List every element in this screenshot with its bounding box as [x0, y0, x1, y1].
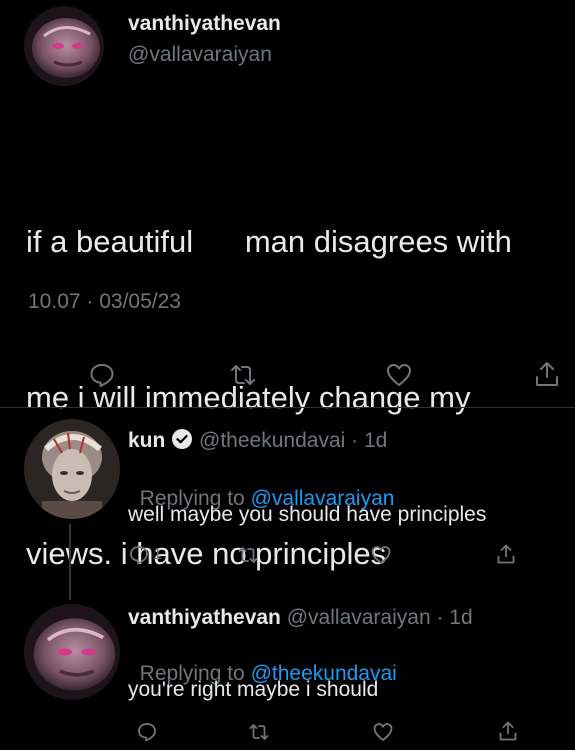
tweet-timestamp[interactable]: 10.07 · 03/05/23 — [28, 290, 181, 314]
avatar-image — [24, 6, 104, 86]
reply-text: well maybe you should have principles — [128, 503, 487, 526]
reply-header-vanthiyathevan: vanthiyathevan @vallavaraiyan · 1d — [128, 606, 473, 630]
reply-handle[interactable]: @theekundavai — [199, 429, 345, 452]
tweet-line-1: if a beautiful man disagrees with — [26, 224, 512, 259]
retweet-icon[interactable] — [248, 721, 270, 743]
reply-icon[interactable] — [128, 544, 150, 566]
reply-count: 1 — [153, 546, 162, 563]
reply-header-kun: kun @theekundavai · 1d — [128, 428, 387, 456]
reply-text: you're right maybe i should — [128, 678, 379, 701]
verified-badge-icon — [171, 428, 193, 456]
like-icon[interactable] — [372, 721, 394, 743]
share-icon[interactable] — [497, 720, 519, 742]
reply-display-name[interactable]: vanthiyathevan — [128, 606, 281, 629]
avatar-image — [24, 604, 120, 700]
avatar-image — [24, 419, 120, 519]
share-icon[interactable] — [533, 360, 561, 388]
retweet-icon[interactable] — [237, 544, 259, 566]
reply-age: · 1d — [436, 606, 473, 629]
reply-display-name[interactable]: kun — [128, 429, 165, 452]
tweet-line-3: views. i have no principles — [26, 536, 387, 571]
reply-age: · 1d — [351, 429, 388, 452]
main-tweet-divider — [0, 407, 575, 408]
main-display-name[interactable]: vanthiyathevan — [128, 12, 281, 36]
reply-icon[interactable] — [88, 361, 116, 389]
avatar-kun[interactable] — [24, 419, 120, 519]
reply-handle[interactable]: @vallavaraiyan — [287, 606, 431, 629]
like-icon[interactable] — [370, 544, 392, 566]
like-icon[interactable] — [385, 361, 413, 389]
thread-connector-line — [69, 524, 71, 600]
share-icon[interactable] — [495, 543, 517, 565]
avatar-vanthiyathevan[interactable] — [24, 6, 104, 86]
retweet-icon[interactable] — [229, 361, 257, 389]
reply-icon[interactable] — [136, 721, 158, 743]
reply-action-group: 1 — [128, 543, 162, 567]
main-handle[interactable]: @vallavaraiyan — [128, 43, 272, 67]
avatar-vanthiyathevan-reply[interactable] — [24, 604, 120, 700]
